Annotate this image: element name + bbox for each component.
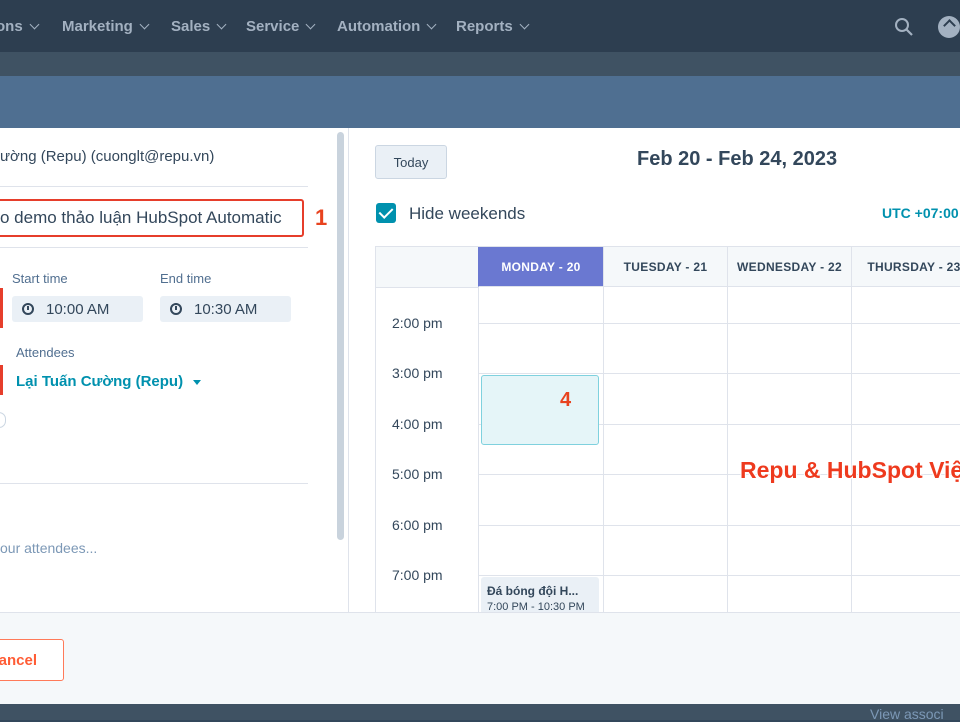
radio-icon[interactable]: [0, 412, 6, 428]
day-header-tuesday[interactable]: TUESDAY - 21: [603, 247, 727, 287]
calendar-event[interactable]: Đá bóng đội H... 7:00 PM - 10:30 PM: [481, 577, 599, 612]
calendar-grid: MONDAY - 20 TUESDAY - 21 WEDNESDAY - 22 …: [375, 246, 960, 612]
annotation-marker: [0, 365, 3, 395]
chevron-down-icon: [519, 19, 530, 29]
clock-icon: [170, 303, 182, 315]
time-label: 4:00 pm: [392, 416, 443, 432]
description-input[interactable]: our attendees...: [0, 540, 97, 556]
watermark-text: Repu & HubSpot Việt: [740, 457, 960, 483]
chevron-down-icon: [29, 19, 40, 29]
time-label: 6:00 pm: [392, 517, 443, 533]
upgrade-icon[interactable]: [938, 16, 960, 38]
calendar-pane: Today Feb 20 - Feb 24, 2023 Hide weekend…: [349, 128, 960, 612]
annotation-badge: 4: [560, 389, 572, 411]
attendee-dropdown[interactable]: Lại Tuấn Cường (Repu): [16, 373, 202, 390]
day-header-monday[interactable]: MONDAY - 20: [478, 247, 603, 287]
modal-footer: ancel: [0, 612, 960, 705]
form-scrollbar[interactable]: [337, 132, 344, 540]
start-time-field[interactable]: 10:00 AM: [12, 296, 143, 322]
nav-item-marketing[interactable]: Marketing: [62, 16, 150, 36]
chevron-down-icon: [305, 19, 316, 29]
time-label: 5:00 pm: [392, 466, 443, 482]
grid-line: [851, 287, 852, 612]
end-time-label: End time: [160, 271, 212, 286]
nav-item-sales[interactable]: Sales: [171, 16, 227, 36]
divider: [0, 483, 308, 484]
chevron-down-icon: [139, 19, 150, 29]
annotation-badge: 1: [315, 205, 328, 230]
day-header-thursday[interactable]: THURSDAY - 23: [851, 247, 960, 287]
clock-icon: [22, 303, 34, 315]
grid-line: [603, 287, 604, 612]
chevron-down-icon: [426, 19, 437, 29]
nav-item-automation[interactable]: Automation: [337, 16, 437, 36]
search-icon[interactable]: [894, 17, 914, 37]
attendees-label: Attendees: [16, 345, 75, 360]
selected-time-slot[interactable]: [481, 375, 599, 445]
grid-corner: [376, 247, 478, 288]
hide-weekends-label[interactable]: Hide weekends: [409, 204, 525, 224]
grid-line: [478, 323, 960, 324]
today-button[interactable]: Today: [375, 145, 447, 179]
grid-line: [478, 575, 960, 576]
grid-line: [478, 287, 479, 612]
start-time-label: Start time: [12, 271, 68, 286]
nav-item-reports[interactable]: Reports: [456, 16, 530, 36]
cancel-button[interactable]: ancel: [0, 639, 64, 681]
divider: [0, 186, 308, 187]
hide-weekends-checkbox[interactable]: [376, 203, 396, 223]
meeting-modal-body: ường (Repu) (cuonglt@repu.vn) o demo thả…: [0, 128, 960, 612]
timezone-selector[interactable]: UTC +07:00: [882, 205, 959, 221]
chevron-down-icon: [216, 19, 227, 29]
top-nav: ons Marketing Sales Service Automation R…: [0, 0, 960, 52]
grid-line: [478, 525, 960, 526]
meeting-form: ường (Repu) (cuonglt@repu.vn) o demo thả…: [0, 128, 349, 612]
day-header-wednesday[interactable]: WEDNESDAY - 22: [727, 247, 851, 287]
nav-item-conversations[interactable]: ons: [0, 16, 40, 36]
grid-line: [727, 287, 728, 612]
date-range-title: Feb 20 - Feb 24, 2023: [637, 148, 838, 170]
divider: [0, 247, 308, 248]
meeting-title-input[interactable]: o demo thảo luận HubSpot Automatic: [0, 199, 304, 237]
time-label: 7:00 pm: [392, 567, 443, 583]
end-time-field[interactable]: 10:30 AM: [160, 296, 291, 322]
organizer-line: ường (Repu) (cuonglt@repu.vn): [0, 148, 215, 165]
caret-down-icon: [193, 380, 202, 385]
modal-header: [0, 76, 960, 128]
page-backdrop: [0, 704, 960, 720]
page-backdrop: [0, 52, 960, 76]
time-label: 3:00 pm: [392, 365, 443, 381]
time-label: 2:00 pm: [392, 315, 443, 331]
grid-line: [478, 373, 960, 374]
annotation-marker: [0, 288, 3, 328]
event-title: Đá bóng đội H...: [487, 584, 579, 598]
nav-item-service[interactable]: Service: [246, 16, 316, 36]
event-time: 7:00 PM - 10:30 PM: [487, 601, 585, 612]
